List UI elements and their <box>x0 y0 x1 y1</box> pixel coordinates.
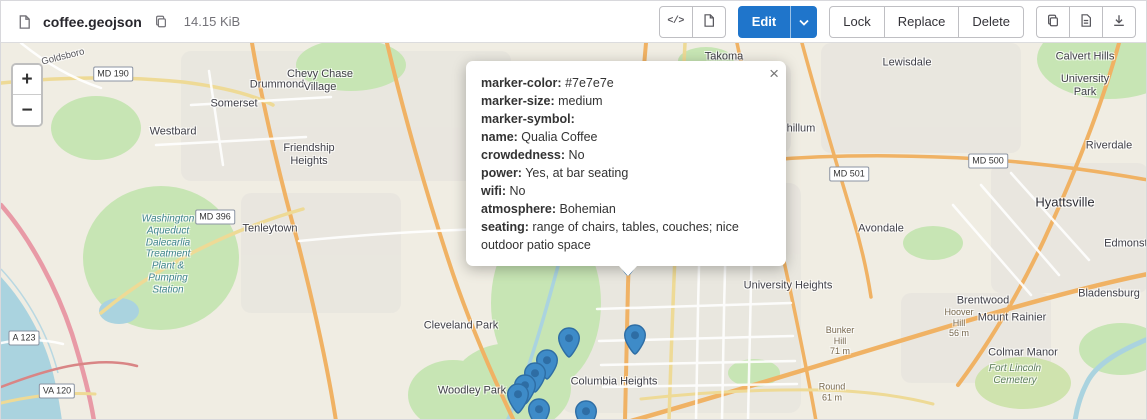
popup-property: name: Qualia Coffee <box>481 128 766 146</box>
document-icon <box>702 13 716 31</box>
copy-contents-button[interactable] <box>1036 6 1070 38</box>
file-name: coffee.geojson <box>43 14 142 30</box>
map-marker[interactable] <box>575 400 598 420</box>
popup-property: seating: range of chairs, tables, couche… <box>481 218 766 254</box>
file-action-group: Lock Replace Delete <box>829 6 1024 38</box>
file-viewer: coffee.geojson 14.15 KiB </> Edit <box>0 0 1147 420</box>
map-marker[interactable] <box>528 398 551 420</box>
popup-property: wifi: No <box>481 182 766 200</box>
zoom-in-button[interactable]: + <box>13 65 41 95</box>
map-marker[interactable] <box>624 324 647 355</box>
feature-popup: × marker-color: #7e7e7emarker-size: medi… <box>466 61 786 266</box>
map-marker[interactable] <box>507 383 530 414</box>
download-icon <box>1112 13 1126 31</box>
replace-button[interactable]: Replace <box>884 6 960 38</box>
file-size: 14.15 KiB <box>184 14 240 29</box>
copy-path-icon[interactable] <box>150 11 172 33</box>
raw-file-icon <box>1079 13 1093 31</box>
popup-property: marker-color: #7e7e7e <box>481 74 766 92</box>
file-header: coffee.geojson 14.15 KiB </> Edit <box>1 1 1146 43</box>
popup-property: crowdedness: No <box>481 146 766 164</box>
code-icon: </> <box>667 16 684 27</box>
lock-button[interactable]: Lock <box>829 6 884 38</box>
view-toggle-group: </> <box>659 6 726 38</box>
edit-dropdown-toggle[interactable] <box>790 6 817 38</box>
popup-close-button[interactable]: × <box>769 64 779 84</box>
display-source-button[interactable]: </> <box>659 6 693 38</box>
popup-properties: marker-color: #7e7e7emarker-size: medium… <box>481 74 766 254</box>
zoom-out-button[interactable]: − <box>13 95 41 125</box>
edit-split-button: Edit <box>738 6 818 38</box>
download-button[interactable] <box>1102 6 1136 38</box>
copy-icon <box>1046 13 1060 31</box>
popup-property: marker-symbol: <box>481 110 766 128</box>
zoom-control: + − <box>11 63 43 127</box>
chevron-down-icon <box>799 14 809 29</box>
popup-property: atmosphere: Bohemian <box>481 200 766 218</box>
delete-button[interactable]: Delete <box>958 6 1024 38</box>
popup-tail <box>619 266 637 276</box>
display-rendered-button[interactable] <box>692 6 726 38</box>
edit-button[interactable]: Edit <box>738 6 791 38</box>
open-raw-button[interactable] <box>1069 6 1103 38</box>
popup-property: marker-size: medium <box>481 92 766 110</box>
map[interactable]: GoldsboroMD 190DrummondChevy Chase Villa… <box>1 43 1146 420</box>
file-icon <box>13 11 35 33</box>
file-utility-group <box>1036 6 1136 38</box>
popup-property: power: Yes, at bar seating <box>481 164 766 182</box>
map-marker[interactable] <box>558 327 581 358</box>
